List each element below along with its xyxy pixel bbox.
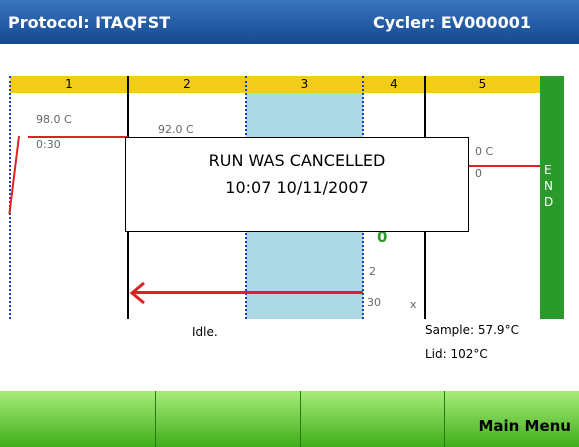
stage-1-label: 1: [65, 77, 73, 91]
end-letter: D: [544, 195, 554, 209]
main-menu-button[interactable]: Main Menu: [445, 391, 579, 447]
temp-profile-line: [469, 165, 540, 167]
dialog-message: RUN WAS CANCELLED: [208, 151, 386, 170]
arrow-left-icon: [129, 281, 145, 305]
run-status: Idle.: [192, 325, 218, 339]
lid-temperature: Lid: 102°C: [425, 347, 488, 361]
main-menu-label: Main Menu: [478, 417, 571, 435]
title-bar: Protocol: ITAQFST Cycler: EV000001: [0, 0, 579, 44]
softkey-3-button[interactable]: [301, 391, 445, 447]
x-mark: x: [410, 298, 417, 311]
stage-3-label: 3: [300, 77, 309, 91]
step1-time: 0:30: [36, 138, 61, 151]
cycle-count: 30: [367, 296, 381, 309]
stage-4-label: 4: [390, 77, 398, 91]
step5-temperature: 0 C: [475, 145, 494, 158]
end-letter: N: [544, 179, 553, 193]
protocol-label: Protocol: ITAQFST: [8, 13, 171, 32]
cycler-label: Cycler: EV000001: [373, 13, 531, 32]
softkey-2-button[interactable]: [156, 391, 301, 447]
stage-5-label: 5: [478, 77, 487, 91]
dialog-timestamp: 10:07 10/11/2007: [225, 178, 369, 197]
goto-step: 2: [369, 265, 376, 278]
step2-temperature: 92.0 C: [158, 123, 194, 136]
step1-temperature: 98.0 C: [36, 113, 72, 126]
stage-2-label: 2: [183, 77, 191, 91]
end-letter: E: [544, 163, 552, 177]
temp-profile-line: [28, 136, 128, 138]
run-cancelled-dialog: RUN WAS CANCELLED 10:07 10/11/2007: [125, 137, 469, 232]
goto-arrow-line: [133, 291, 363, 294]
step5-time: 0: [475, 167, 482, 180]
sample-temperature: Sample: 57.9°C: [425, 323, 519, 337]
softkey-1-button[interactable]: [0, 391, 156, 447]
